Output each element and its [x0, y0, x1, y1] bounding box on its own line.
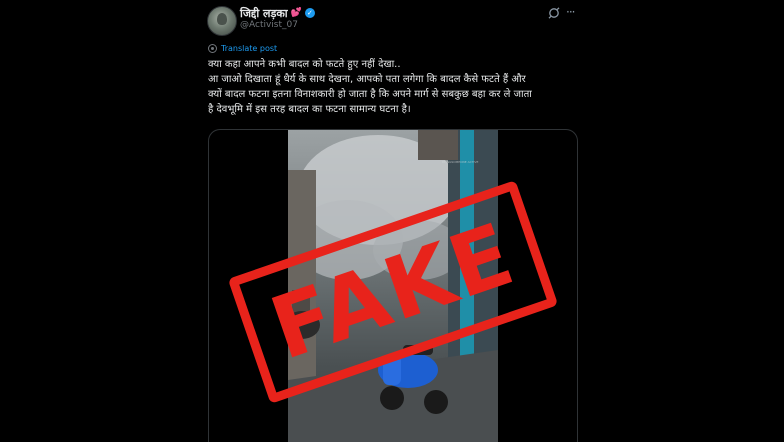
display-name[interactable]: जिद्दी लड़का	[240, 6, 288, 21]
author-row: जिद्दी लड़का 💕 ✓	[240, 6, 315, 20]
grok-icon[interactable]	[548, 7, 560, 19]
translate-label: Translate post	[221, 44, 278, 53]
media-video[interactable]: BEINGSOMEONE ACTIVE FAKE	[208, 129, 578, 442]
translate-post-link[interactable]: Translate post	[208, 44, 277, 53]
tweet-text: क्या कहा आपने कभी बादल को फटते हुए नहीं …	[208, 57, 580, 117]
tweet-line: क्या कहा आपने कभी बादल को फटते हुए नहीं …	[208, 59, 401, 70]
more-options-icon[interactable]: ···	[566, 5, 576, 19]
tweet: जिद्दी लड़का 💕 ✓ @Activist_07 ··· Transl…	[204, 0, 584, 442]
tweet-line: क्यों बादल फटना इतना विनाशकारी हो जाता ह…	[208, 89, 532, 100]
avatar[interactable]	[207, 6, 237, 36]
translate-icon	[208, 44, 217, 53]
heart-emoji-icon: 💕	[290, 8, 302, 18]
avatar-image	[217, 13, 227, 25]
tweet-line: है देवभूमि में इस तरह बादल का फटना सामान…	[208, 104, 411, 115]
author-handle[interactable]: @Activist_07	[240, 20, 298, 30]
tweet-line: आ जाओ दिखाता हूं धैर्य के साथ देखना, आपक…	[208, 74, 526, 85]
verified-badge-icon: ✓	[304, 8, 315, 18]
video-watermark: BEINGSOMEONE ACTIVE	[442, 160, 479, 164]
